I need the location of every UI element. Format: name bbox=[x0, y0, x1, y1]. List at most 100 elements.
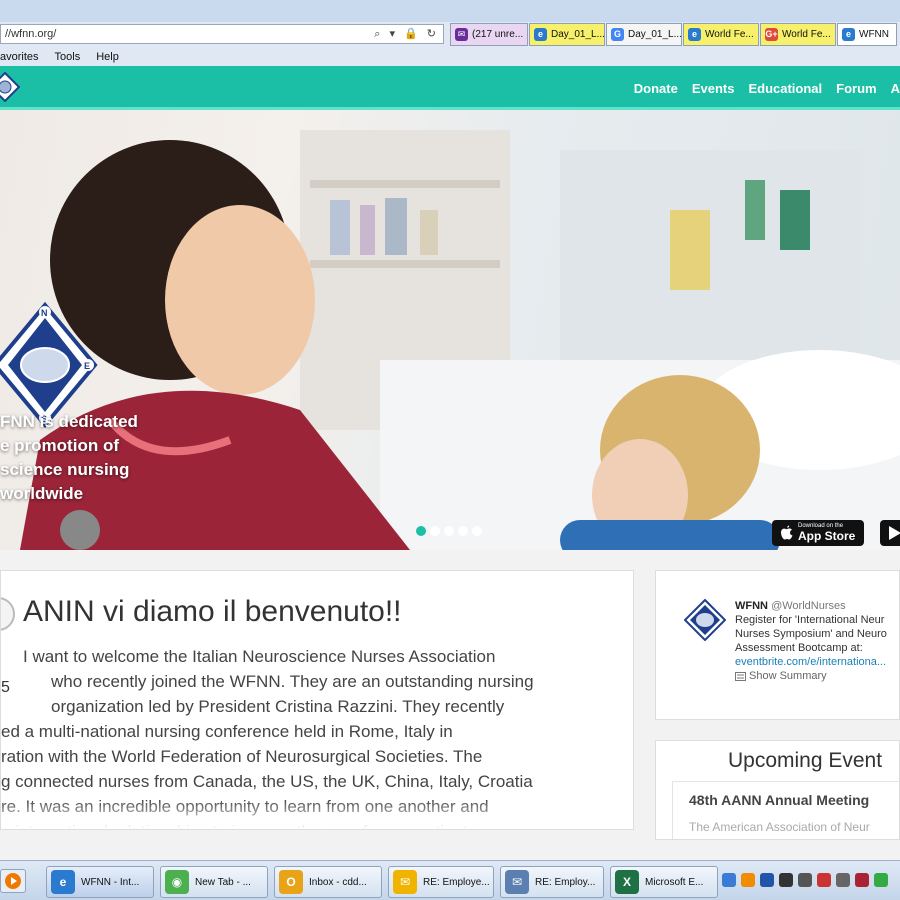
carousel-dot[interactable] bbox=[472, 526, 482, 536]
upcoming-events: Upcoming Event 48th AANN Annual Meeting … bbox=[655, 740, 900, 840]
wfnn-avatar-icon[interactable] bbox=[684, 599, 726, 641]
tray-icon[interactable] bbox=[855, 873, 869, 887]
browser-tab[interactable]: G Day_01_L... bbox=[606, 23, 682, 46]
twitter-widget: WFNN @WorldNurses Register for 'Internat… bbox=[655, 570, 900, 720]
taskbar-button[interactable]: ◉ New Tab - ... bbox=[160, 866, 268, 898]
menu-help[interactable]: Help bbox=[96, 48, 119, 66]
title-bar bbox=[0, 0, 900, 22]
play-icon bbox=[5, 873, 21, 889]
taskbar-button[interactable]: ✉ RE: Employe... bbox=[388, 866, 494, 898]
nav-about[interactable]: A bbox=[891, 81, 900, 96]
article-title: ANIN vi diamo il benvenuto!! bbox=[23, 595, 402, 628]
outlook-icon: O bbox=[279, 870, 303, 894]
nav-donate[interactable]: Donate bbox=[634, 81, 678, 96]
menu-favorites[interactable]: avorites bbox=[0, 48, 39, 66]
menu-tools[interactable]: Tools bbox=[55, 48, 81, 66]
ie-icon: e bbox=[51, 870, 75, 894]
address-bar[interactable]: //wfnn.org/ ⌕ ▾ 🔒 ↻ bbox=[0, 24, 444, 44]
show-summary-label: Show Summary bbox=[749, 670, 827, 682]
tray-icon[interactable] bbox=[760, 873, 774, 887]
taskbar-button[interactable]: X Microsoft E... bbox=[610, 866, 718, 898]
taskbar-button[interactable]: ✉ RE: Employ... bbox=[500, 866, 604, 898]
browser-tab[interactable]: e World Fe... bbox=[683, 23, 759, 46]
tray-icon[interactable] bbox=[722, 873, 736, 887]
tray-icon[interactable] bbox=[874, 873, 888, 887]
google-plus-icon: G+ bbox=[765, 28, 778, 41]
browser-tab[interactable]: ✉ (217 unre... bbox=[450, 23, 528, 46]
summary-icon bbox=[735, 671, 746, 681]
nav-events[interactable]: Events bbox=[692, 81, 735, 96]
nav-links: Donate Events Educational Forum A bbox=[634, 66, 900, 110]
chrome-icon: ◉ bbox=[165, 870, 189, 894]
article-line: ed a multi-national nursing conference h… bbox=[1, 722, 453, 741]
tweet-line: Assessment Bootcamp at: bbox=[735, 642, 863, 654]
svg-text:N: N bbox=[41, 308, 48, 318]
browser-tab-label: Day_01_L... bbox=[551, 28, 605, 40]
browser-tab-label: Day_01_L... bbox=[628, 28, 682, 40]
article-line: who recently joined the WFNN. They are a… bbox=[51, 672, 534, 691]
browser-chrome: //wfnn.org/ ⌕ ▾ 🔒 ↻ ✉ (217 unre... e Day_01… bbox=[0, 0, 900, 66]
ie-icon: e bbox=[842, 28, 855, 41]
hero-tagline-line: worldwide bbox=[0, 484, 84, 503]
event-name[interactable]: 48th AANN Annual Meeting bbox=[689, 792, 869, 808]
taskbar-button-label: WFNN - Int... bbox=[81, 876, 140, 888]
tweet-line: Register for 'International Neur bbox=[735, 614, 885, 626]
taskbar-button[interactable]: e WFNN - Int... bbox=[46, 866, 154, 898]
message-icon: ✉ bbox=[505, 870, 529, 894]
envelope-icon: ✉ bbox=[393, 870, 417, 894]
address-actions-icon[interactable]: ⌕ ▾ 🔒 ↻ bbox=[374, 25, 439, 43]
carousel-dot[interactable] bbox=[458, 526, 468, 536]
tweet-line: Nurses Symposium' and Neuro bbox=[735, 628, 887, 640]
article-line: g connected nurses from Canada, the US, … bbox=[1, 772, 533, 791]
nav-educational[interactable]: Educational bbox=[748, 81, 822, 96]
browser-tab-label: World Fe... bbox=[782, 28, 831, 40]
hero-tagline: FNN is dedicated e promotion of science … bbox=[0, 410, 150, 506]
taskbar-button-label: Microsoft E... bbox=[645, 876, 704, 888]
app-store-badge[interactable]: Download on the App Store bbox=[772, 520, 864, 546]
carousel-dot[interactable] bbox=[430, 526, 440, 536]
tweet-link[interactable]: eventbrite.com/e/internationa... bbox=[735, 655, 899, 669]
article-line: ration with the World Federation of Neur… bbox=[1, 747, 483, 766]
tray-icon[interactable] bbox=[741, 873, 755, 887]
google-play-icon bbox=[889, 526, 900, 540]
hero-tagline-line: FNN is dedicated bbox=[0, 412, 138, 431]
hero-tagline-line: e promotion of bbox=[0, 436, 119, 455]
article-avatar bbox=[1, 597, 15, 631]
hero-banner[interactable]: N S E FNN is dedicated e promotion of sc… bbox=[0, 110, 900, 550]
nav-forum[interactable]: Forum bbox=[836, 81, 876, 96]
svg-text:E: E bbox=[84, 361, 90, 371]
wfnn-logo-icon[interactable] bbox=[0, 72, 20, 102]
apple-icon bbox=[781, 525, 793, 540]
browser-tab[interactable]: e WFNN bbox=[837, 23, 897, 46]
tweet-handle[interactable]: @WorldNurses bbox=[771, 600, 846, 612]
tray-icon[interactable] bbox=[836, 873, 850, 887]
taskbar-button[interactable]: O Inbox - cdd... bbox=[274, 866, 382, 898]
excel-icon: X bbox=[615, 870, 639, 894]
browser-tab[interactable]: G+ World Fe... bbox=[760, 23, 836, 46]
event-item[interactable]: 48th AANN Annual Meeting The American As… bbox=[672, 781, 899, 839]
tray-icon[interactable] bbox=[817, 873, 831, 887]
google-play-badge[interactable] bbox=[880, 520, 900, 546]
hero-tagline-line: science nursing bbox=[0, 460, 130, 479]
taskbar-button-label: RE: Employe... bbox=[423, 876, 490, 888]
browser-tab-label: World Fe... bbox=[705, 28, 754, 40]
media-player-icon[interactable] bbox=[0, 869, 26, 893]
article-fade bbox=[1, 799, 633, 829]
tray-icon[interactable] bbox=[798, 873, 812, 887]
carousel-dots bbox=[416, 526, 482, 536]
google-icon: G bbox=[611, 28, 624, 41]
system-tray bbox=[722, 873, 888, 887]
browser-tab[interactable]: e Day_01_L... bbox=[529, 23, 605, 46]
show-summary-button[interactable]: Show Summary bbox=[735, 669, 827, 683]
address-text[interactable]: //wfnn.org/ bbox=[5, 28, 56, 40]
ie-icon: e bbox=[534, 28, 547, 41]
carousel-dot[interactable] bbox=[416, 526, 426, 536]
carousel-dot[interactable] bbox=[444, 526, 454, 536]
windows-taskbar: e WFNN - Int... ◉ New Tab - ... O Inbox - cdd… bbox=[0, 860, 900, 900]
tray-icon[interactable] bbox=[779, 873, 793, 887]
events-title: Upcoming Event bbox=[728, 749, 883, 772]
tweet-author[interactable]: WFNN bbox=[735, 600, 768, 612]
browser-tab-label: WFNN bbox=[859, 28, 889, 40]
menu-bar: avorites Tools Help bbox=[0, 48, 119, 66]
browser-tabs: ✉ (217 unre... e Day_01_L... G Day_01_L... e Wo… bbox=[450, 23, 898, 46]
